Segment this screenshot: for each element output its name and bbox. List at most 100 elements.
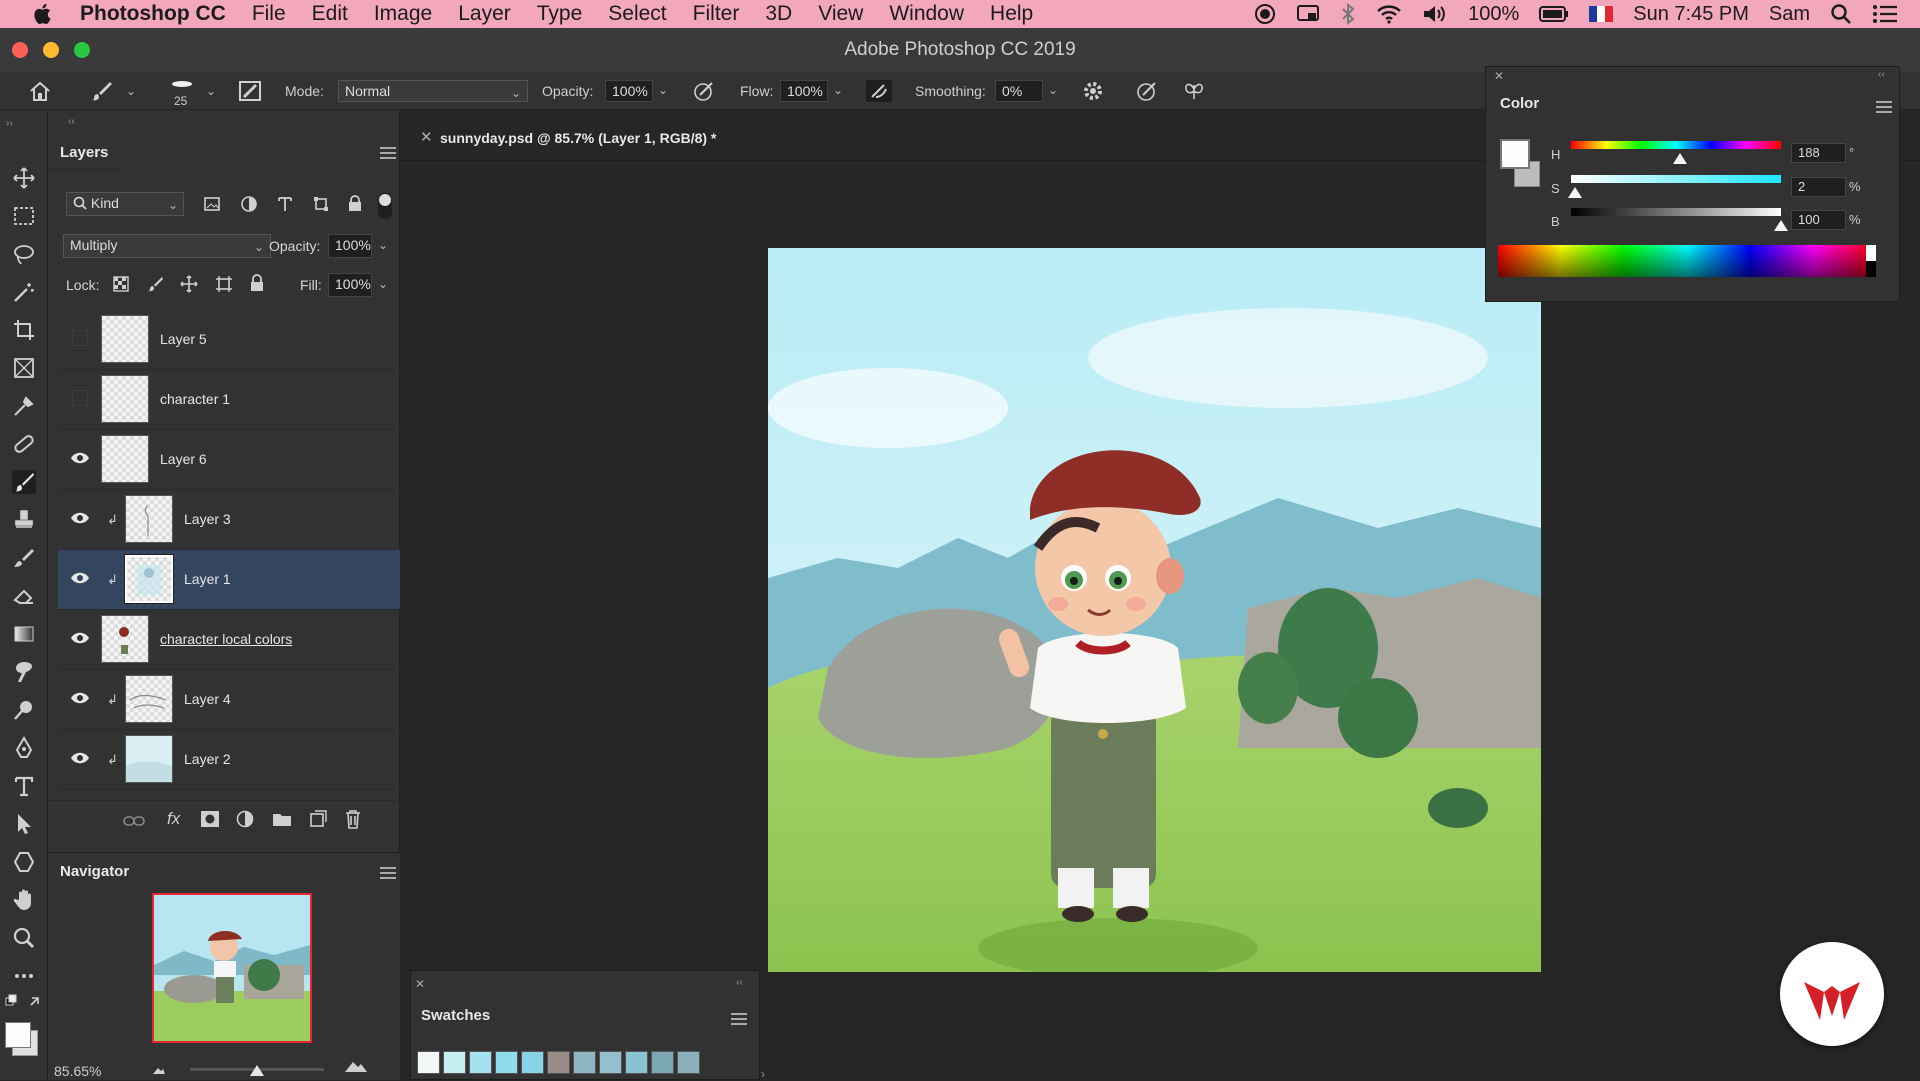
navigator-title[interactable]: Navigator <box>60 863 129 880</box>
color-swatch[interactable] <box>573 1051 596 1074</box>
layer-style-fx-icon[interactable]: fx <box>167 809 180 829</box>
close-color-panel-icon[interactable]: ✕ <box>1494 69 1504 83</box>
filter-pixel-layers-icon[interactable] <box>203 195 221 213</box>
close-document-tab-icon[interactable]: ✕ <box>420 128 433 146</box>
history-brush-tool-icon[interactable] <box>12 546 36 570</box>
color-panel-title[interactable]: Color <box>1500 95 1539 112</box>
frame-tool-icon[interactable] <box>12 356 36 380</box>
swatches-title[interactable]: Swatches <box>421 1007 490 1024</box>
lock-transparent-pixels-icon[interactable] <box>112 275 130 293</box>
layer-name[interactable]: Layer 3 <box>184 511 231 527</box>
opacity-input[interactable]: 100% <box>605 80 653 102</box>
layer-name[interactable]: character local colors <box>160 631 292 647</box>
clone-stamp-tool-icon[interactable] <box>12 508 36 532</box>
layer-row-layer-6[interactable]: Layer 6 <box>58 430 430 490</box>
filter-toggle-switch[interactable] <box>378 193 392 219</box>
close-window-button[interactable] <box>12 42 28 58</box>
type-tool-icon[interactable] <box>12 774 36 798</box>
eye-icon[interactable] <box>70 750 90 766</box>
layer-row-layer-4[interactable]: ↲ Layer 4 <box>58 670 430 730</box>
layer-name[interactable]: Layer 4 <box>184 691 231 707</box>
layer-name[interactable]: Layer 6 <box>160 451 207 467</box>
menu-filter[interactable]: Filter <box>693 2 740 26</box>
menubar-user[interactable]: Sam <box>1769 3 1810 26</box>
symmetry-butterfly-icon[interactable] <box>1182 80 1206 102</box>
menu-layer[interactable]: Layer <box>458 2 511 26</box>
layer-row-layer-2[interactable]: ↲ Layer 2 <box>58 730 430 790</box>
path-selection-tool-icon[interactable] <box>12 812 36 836</box>
layer-name[interactable]: character 1 <box>160 391 230 407</box>
fill-input[interactable]: 100% <box>328 273 372 297</box>
document-tab-title[interactable]: sunnyday.psd @ 85.7% (Layer 1, RGB/8) * <box>440 130 716 146</box>
brush-size-dropdown-icon[interactable]: ⌄ <box>206 84 216 98</box>
menu-window[interactable]: Window <box>889 2 964 26</box>
color-spectrum-ramp[interactable] <box>1498 245 1876 277</box>
layer-name[interactable]: Layer 1 <box>184 571 231 587</box>
panel-collapse-icon[interactable]: ‹‹ <box>68 116 75 127</box>
color-swatch[interactable] <box>443 1051 466 1074</box>
spectrum-white-chip[interactable] <box>1866 245 1876 261</box>
close-swatches-panel-icon[interactable]: ✕ <box>415 977 425 991</box>
blend-mode-select[interactable]: Multiply ⌄ <box>63 234 271 258</box>
color-swatch[interactable] <box>495 1051 518 1074</box>
canvas-artwork[interactable] <box>768 248 1541 972</box>
default-colors-swap-icon[interactable] <box>4 994 44 1012</box>
brush-preset-dropdown-icon[interactable]: ⌄ <box>126 84 136 98</box>
lock-image-pixels-icon[interactable] <box>146 275 164 293</box>
saturation-input[interactable]: 2 <box>1791 177 1846 197</box>
layer-row-layer-3[interactable]: ↲ Layer 3 <box>58 490 430 550</box>
eye-icon[interactable] <box>70 570 90 586</box>
filter-shape-layers-icon[interactable] <box>312 195 330 213</box>
brush-tip-icon[interactable] <box>170 77 194 91</box>
menu-select[interactable]: Select <box>608 2 666 26</box>
new-group-folder-icon[interactable] <box>272 811 292 827</box>
marquee-tool-icon[interactable] <box>12 204 36 228</box>
lock-position-icon[interactable] <box>180 275 198 293</box>
hand-tool-icon[interactable] <box>12 888 36 912</box>
smoothing-input[interactable]: 0% <box>995 80 1043 102</box>
filter-adjustment-layers-icon[interactable] <box>240 195 258 213</box>
zoom-in-mountain-icon[interactable] <box>344 1059 368 1073</box>
new-adjustment-layer-icon[interactable] <box>236 810 254 828</box>
navigator-zoom-value[interactable]: 85.65% <box>54 1063 101 1079</box>
swatches-scroll-right-icon[interactable]: › <box>761 1067 765 1081</box>
edit-toolbar-icon[interactable] <box>12 964 36 988</box>
shape-tool-icon[interactable] <box>12 850 36 874</box>
pressure-size-icon[interactable] <box>1135 80 1159 102</box>
move-tool-icon[interactable] <box>12 166 36 190</box>
new-layer-icon[interactable] <box>309 810 327 828</box>
pen-tool-icon[interactable] <box>12 736 36 760</box>
saturation-slider[interactable] <box>1571 175 1781 183</box>
saturation-slider-handle[interactable] <box>1568 187 1583 198</box>
minimize-window-button[interactable] <box>43 42 59 58</box>
menu-file[interactable]: File <box>252 2 286 26</box>
navigator-zoom-slider-handle[interactable] <box>250 1065 264 1076</box>
color-swatch[interactable] <box>469 1051 492 1074</box>
brightness-input[interactable]: 100 <box>1791 210 1846 230</box>
filter-type-layers-icon[interactable] <box>276 195 294 213</box>
zoom-out-mountain-icon[interactable] <box>152 1065 166 1075</box>
spectrum-black-chip[interactable] <box>1866 261 1876 277</box>
menu-view[interactable]: View <box>818 2 863 26</box>
magic-wand-tool-icon[interactable] <box>12 280 36 304</box>
eye-icon[interactable] <box>70 630 90 646</box>
brush-settings-panel-icon[interactable] <box>238 80 262 102</box>
filter-smart-objects-icon[interactable] <box>346 195 364 213</box>
lock-artboard-icon[interactable] <box>215 275 233 293</box>
toolbar-expand-icon[interactable]: ›› <box>6 118 13 129</box>
flow-input[interactable]: 100% <box>780 80 828 102</box>
menubar-clock[interactable]: Sun 7:45 PM <box>1633 3 1749 26</box>
link-layers-icon[interactable] <box>123 813 145 829</box>
hue-input[interactable]: 188 <box>1791 143 1846 163</box>
layer-opacity-dropdown-icon[interactable]: ⌄ <box>378 238 388 252</box>
battery-icon[interactable] <box>1539 6 1569 22</box>
menu-edit[interactable]: Edit <box>312 2 348 26</box>
cast-icon[interactable] <box>1296 3 1320 25</box>
brush-preset-icon[interactable] <box>90 80 114 102</box>
wifi-icon[interactable] <box>1376 4 1402 24</box>
fill-dropdown-icon[interactable]: ⌄ <box>378 277 388 291</box>
visibility-toggle-off[interactable] <box>72 330 88 346</box>
mode-select[interactable]: Normal ⌄ <box>338 80 528 102</box>
navigator-panel-menu-icon[interactable] <box>380 867 396 879</box>
hue-slider-handle[interactable] <box>1673 153 1688 164</box>
